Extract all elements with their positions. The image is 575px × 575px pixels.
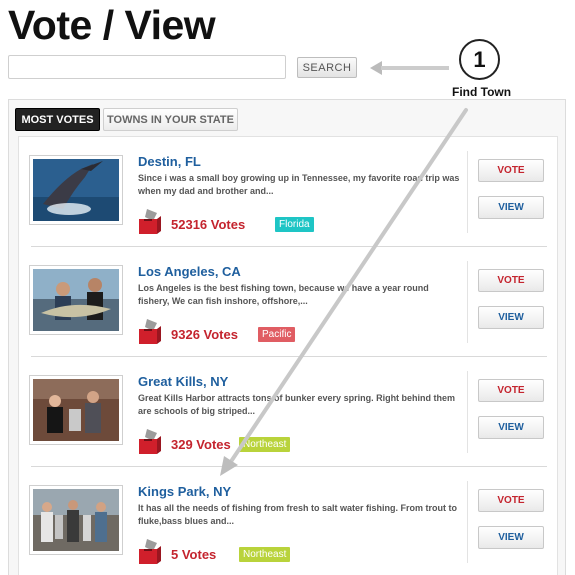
vote-count: 9326 Votes <box>171 327 238 342</box>
region-badge: Pacific <box>258 327 296 342</box>
list-item: Los Angeles, CA Los Angeles is the best … <box>19 247 559 357</box>
town-name[interactable]: Great Kills, NY <box>138 374 228 389</box>
list-item: Destin, FL Since i was a small boy growi… <box>19 137 559 247</box>
callout-arrow-left <box>370 61 449 75</box>
town-photo-image <box>33 379 119 441</box>
list-item: Kings Park, NY It has all the needs of f… <box>19 467 559 575</box>
vote-button[interactable]: VOTE <box>478 489 544 512</box>
tabs-bar: MOST VOTES TOWNS IN YOUR STATE <box>8 101 566 133</box>
vote-count: 5 Votes <box>171 547 217 562</box>
town-description: Since i was a small boy growing up in Te… <box>138 173 460 196</box>
towns-list: Destin, FL Since i was a small boy growi… <box>18 136 558 575</box>
town-description: Los Angeles is the best fishing town, be… <box>138 283 429 306</box>
town-description: It has all the needs of fishing from fre… <box>138 503 458 526</box>
vote-button[interactable]: VOTE <box>478 379 544 402</box>
divider <box>467 261 468 343</box>
tab-most-votes[interactable]: MOST VOTES <box>15 108 100 131</box>
town-name[interactable]: Kings Park, NY <box>138 484 231 499</box>
town-photo[interactable] <box>29 265 123 335</box>
callout-label: Find Town <box>452 85 512 99</box>
view-button[interactable]: VIEW <box>478 306 544 329</box>
divider <box>467 151 468 233</box>
region-badge: Northeast <box>239 547 291 562</box>
town-photo-image <box>33 489 119 551</box>
town-photo-image <box>33 269 119 331</box>
divider <box>467 371 468 453</box>
view-button[interactable]: VIEW <box>478 196 544 219</box>
town-name[interactable]: Los Angeles, CA <box>138 264 241 279</box>
ballot-box-icon <box>139 209 161 234</box>
town-photo-image <box>33 159 119 221</box>
town-name[interactable]: Destin, FL <box>138 154 201 169</box>
list-item: Great Kills, NY Great Kills Harbor attra… <box>19 357 559 467</box>
view-button[interactable]: VIEW <box>478 526 544 549</box>
view-button[interactable]: VIEW <box>478 416 544 439</box>
ballot-box-icon <box>139 539 161 564</box>
region-badge: Florida <box>275 217 314 232</box>
vote-button[interactable]: VOTE <box>478 159 544 182</box>
ballot-box-icon <box>139 429 161 454</box>
town-photo[interactable] <box>29 155 123 225</box>
callout-number-badge: 1 <box>459 39 500 80</box>
divider <box>467 481 468 563</box>
search-input[interactable] <box>8 55 286 79</box>
town-photo[interactable] <box>29 375 123 445</box>
region-badge: Northeast <box>239 437 291 452</box>
tab-towns-in-your-state[interactable]: TOWNS IN YOUR STATE <box>103 108 238 131</box>
vote-button[interactable]: VOTE <box>478 269 544 292</box>
ballot-box-icon <box>139 319 161 344</box>
page-title: Vote / View <box>8 2 216 48</box>
town-description: Great Kills Harbor attracts tons of bunk… <box>138 393 456 416</box>
town-photo[interactable] <box>29 485 123 555</box>
search-button[interactable]: SEARCH <box>297 57 357 78</box>
vote-count: 329 Votes <box>171 437 231 452</box>
vote-count: 52316 Votes <box>171 217 246 232</box>
